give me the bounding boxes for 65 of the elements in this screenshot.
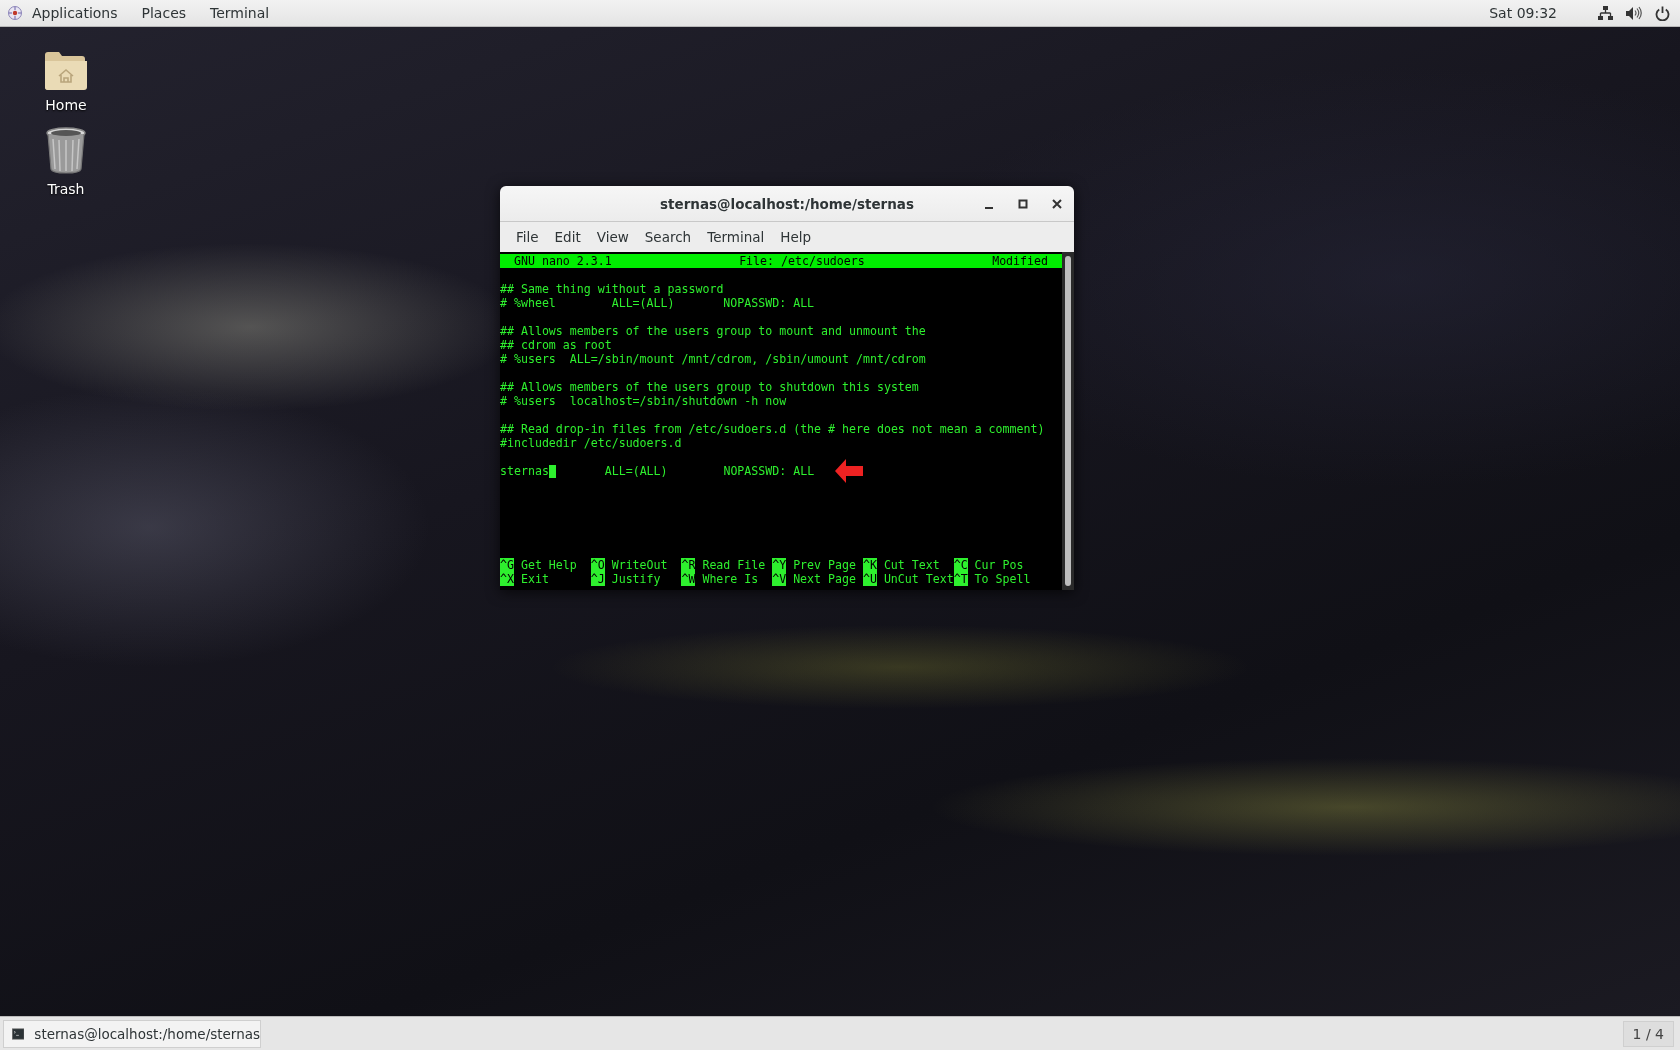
shortcut-key: ^W (681, 572, 696, 586)
menu-item[interactable]: Terminal (699, 229, 773, 245)
clock[interactable]: Sat 09:32 (1489, 5, 1557, 21)
maximize-button[interactable] (1018, 199, 1028, 209)
shortcut-label: Prev Page (793, 558, 856, 572)
shortcut-key: ^R (681, 558, 696, 572)
shortcut-key: ^O (590, 558, 605, 572)
menu-item[interactable]: Help (772, 229, 820, 245)
code-line: ## Allows members of the users group to mount and unmount the (500, 324, 926, 338)
network-icon[interactable] (1598, 6, 1613, 20)
scrollbar[interactable] (1062, 252, 1074, 590)
window-title: sternas@localhost:/home/sternas (660, 195, 914, 212)
shortcut-key: ^U (862, 572, 877, 586)
workspace-indicator[interactable]: 1 / 4 (1622, 1020, 1674, 1047)
shortcut-label: Cut Text (883, 558, 940, 572)
terminal-icon (12, 1025, 25, 1042)
shortcut-key: ^Y (772, 558, 787, 572)
volume-icon[interactable] (1626, 5, 1642, 21)
shortcut-label: Read File (702, 558, 766, 572)
shortcut-label: WriteOut (611, 558, 668, 572)
code-line: ## Same thing without a password (500, 282, 724, 296)
close-button[interactable] (1052, 199, 1062, 209)
shortcut-key: ^X (500, 572, 514, 586)
menu-item[interactable]: View (588, 229, 637, 245)
shortcut-label: Cur Pos (974, 558, 1024, 572)
desktop-icon-label[interactable]: Trash (47, 181, 85, 197)
trash-can-icon[interactable] (45, 127, 87, 175)
desktop-icon-label[interactable]: Home (45, 97, 87, 113)
menu-item[interactable]: File (508, 229, 547, 245)
shortcut-key: ^K (862, 558, 877, 572)
top-menu[interactable]: Terminal (210, 5, 270, 21)
shortcut-key: ^C (953, 558, 968, 572)
shortcut-label: Where Is (702, 572, 759, 586)
shortcut-key: ^V (772, 572, 787, 586)
top-menu[interactable]: Places (141, 5, 187, 21)
power-icon[interactable] (1655, 5, 1670, 21)
scrollbar-thumb[interactable] (1065, 256, 1071, 586)
menu-item[interactable]: Search (636, 229, 700, 245)
code-line: ## Read drop-in files from /etc/sudoers.d (the # here does not mean a comment) (500, 422, 1045, 436)
modified-status: Modified (992, 254, 1048, 268)
code-line: sternas (500, 464, 549, 478)
code-line: ALL=(ALL) NOPASSWD: ALL (603, 464, 815, 478)
taskbar-window-title: sternas@localhost:/home/sternas (34, 1025, 260, 1042)
code-line: ## Allows members of the users group to shutdown this system (500, 380, 919, 394)
editor-version: GNU nano 2.3.1 (514, 254, 612, 268)
shortcut-label: UnCut Text (883, 572, 954, 586)
shortcut-label: Next Page (793, 572, 856, 586)
top-menu[interactable]: Applications (32, 5, 118, 21)
shortcut-key: ^G (500, 558, 514, 572)
code-line: # %users localhost=/sbin/shutdown -h now (500, 394, 787, 408)
menu-item[interactable]: Edit (546, 229, 589, 245)
home-folder-icon[interactable] (44, 49, 88, 91)
shortcut-label: Justify (611, 572, 661, 586)
code-line: #includedir /etc/sudoers.d (500, 436, 682, 450)
code-line: ## cdrom as root (500, 338, 612, 352)
text-cursor (548, 464, 556, 478)
shortcut-label: To Spell (974, 572, 1031, 586)
taskbar-window-button[interactable]: sternas@localhost:/home/sternas (3, 1019, 261, 1048)
shortcut-key: ^J (590, 572, 605, 586)
shortcut-key: ^T (953, 572, 968, 586)
shortcut-label: Get Help (520, 558, 577, 572)
shortcut-label: Exit (520, 572, 549, 586)
code-line: # %users ALL=/sbin/mount /mnt/cdrom, /sbin/umount /mnt/cdrom (500, 352, 926, 366)
code-line: # %wheel ALL=(ALL) NOPASSWD: ALL (500, 296, 815, 310)
file-name: File: /etc/sudoers (739, 254, 865, 268)
